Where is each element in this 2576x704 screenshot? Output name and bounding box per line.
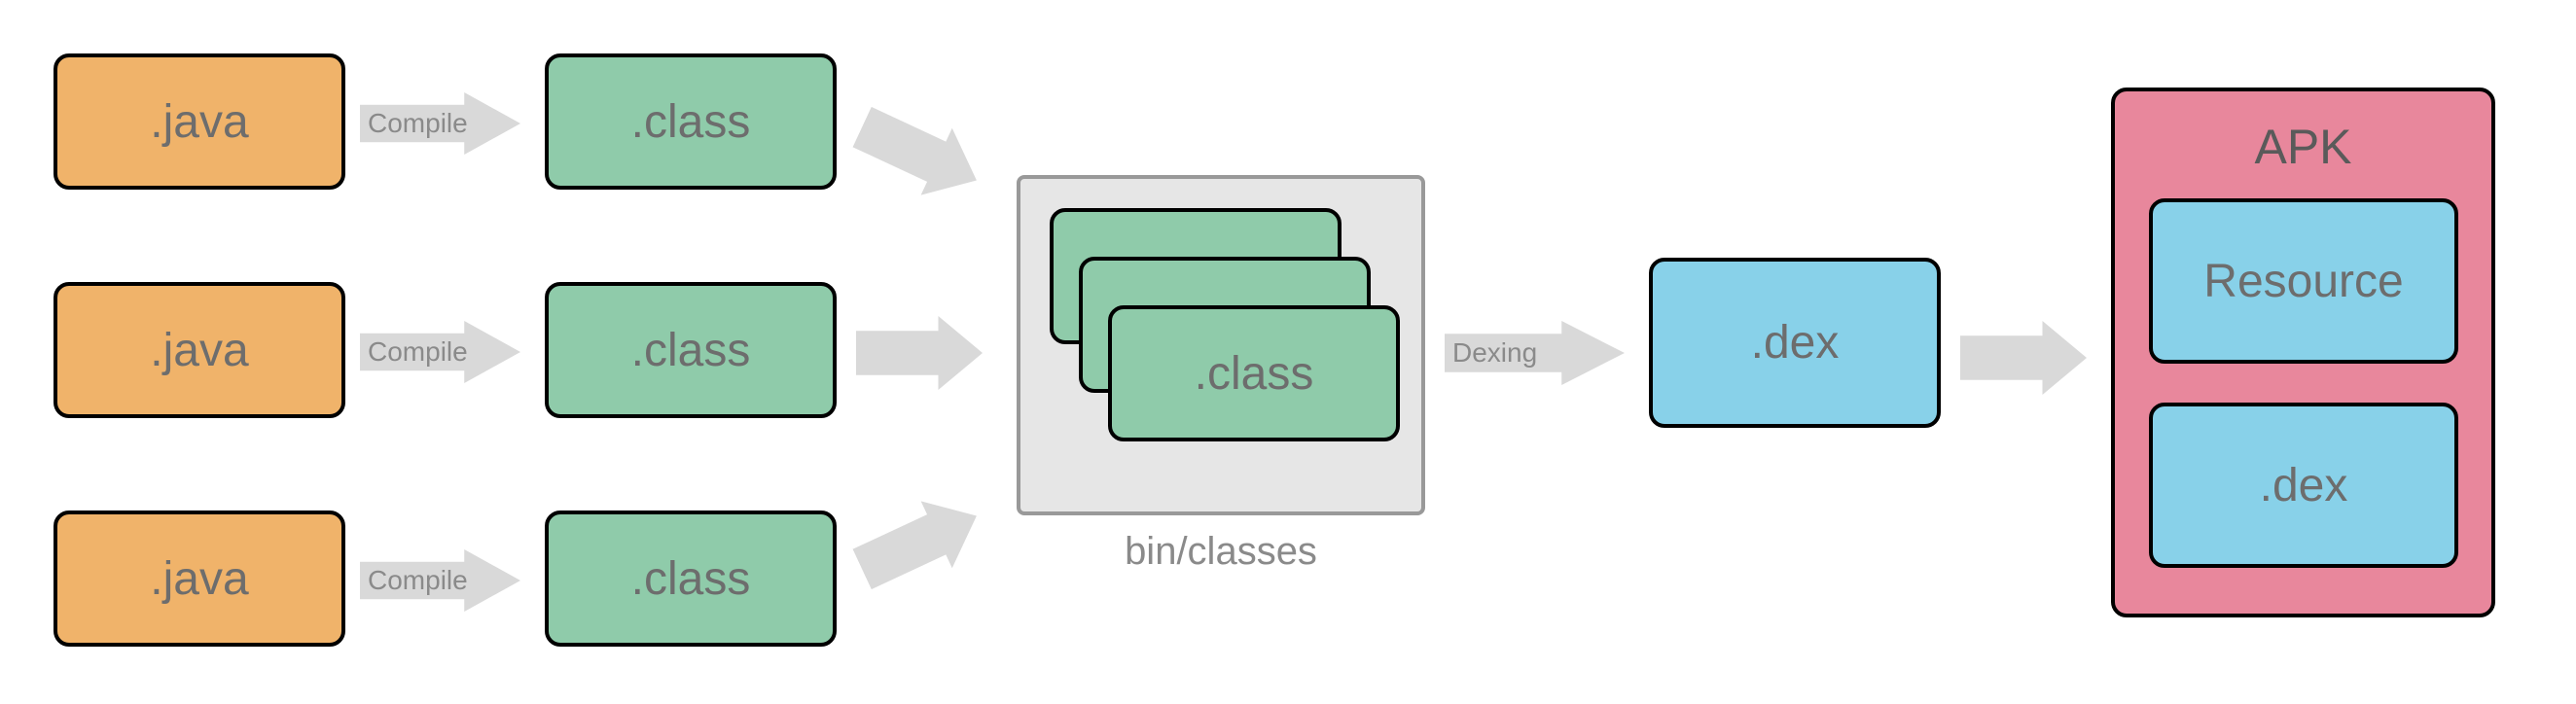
java-label: .java [150,95,248,149]
dexing-arrow: Dexing [1445,321,1625,385]
arrow-label: Compile [368,565,468,596]
converge-arrow-3 [846,482,992,603]
compile-arrow-2: Compile [360,321,520,383]
apk-title: APK [2115,119,2491,175]
compile-arrow-1: Compile [360,92,520,155]
apk-dex-label: .dex [2260,459,2348,512]
dex-box: .dex [1649,258,1941,428]
java-box-2: .java [54,282,345,418]
class-box-3: .class [545,510,837,647]
apk-dex-box: .dex [2149,403,2458,568]
arrow-label: Compile [368,108,468,139]
bin-classes-container: .class [1017,175,1425,515]
converge-arrow-1 [846,93,992,214]
to-apk-arrow [1960,321,2087,395]
apk-resource-box: Resource [2149,198,2458,364]
java-label: .java [150,324,248,377]
class-label: .class [631,95,751,149]
class-label: .class [631,324,751,377]
diagram-canvas: .java .java .java Compile Compile Compil… [0,0,2576,704]
java-box-1: .java [54,53,345,190]
arrow-label: Dexing [1452,337,1537,369]
java-box-3: .java [54,510,345,647]
apk-resource-label: Resource [2203,255,2403,308]
compile-arrow-3: Compile [360,549,520,612]
class-box-2: .class [545,282,837,418]
dex-label: .dex [1751,316,1840,370]
class-box-1: .class [545,53,837,190]
apk-container: APK Resource .dex [2111,88,2495,617]
arrow-label: Compile [368,336,468,368]
class-stack-label: .class [1195,347,1314,401]
java-label: .java [150,552,248,606]
converge-arrow-2 [856,316,983,390]
bin-classes-caption: bin/classes [1017,530,1425,574]
class-label: .class [631,552,751,606]
class-stack-front: .class [1108,305,1400,441]
